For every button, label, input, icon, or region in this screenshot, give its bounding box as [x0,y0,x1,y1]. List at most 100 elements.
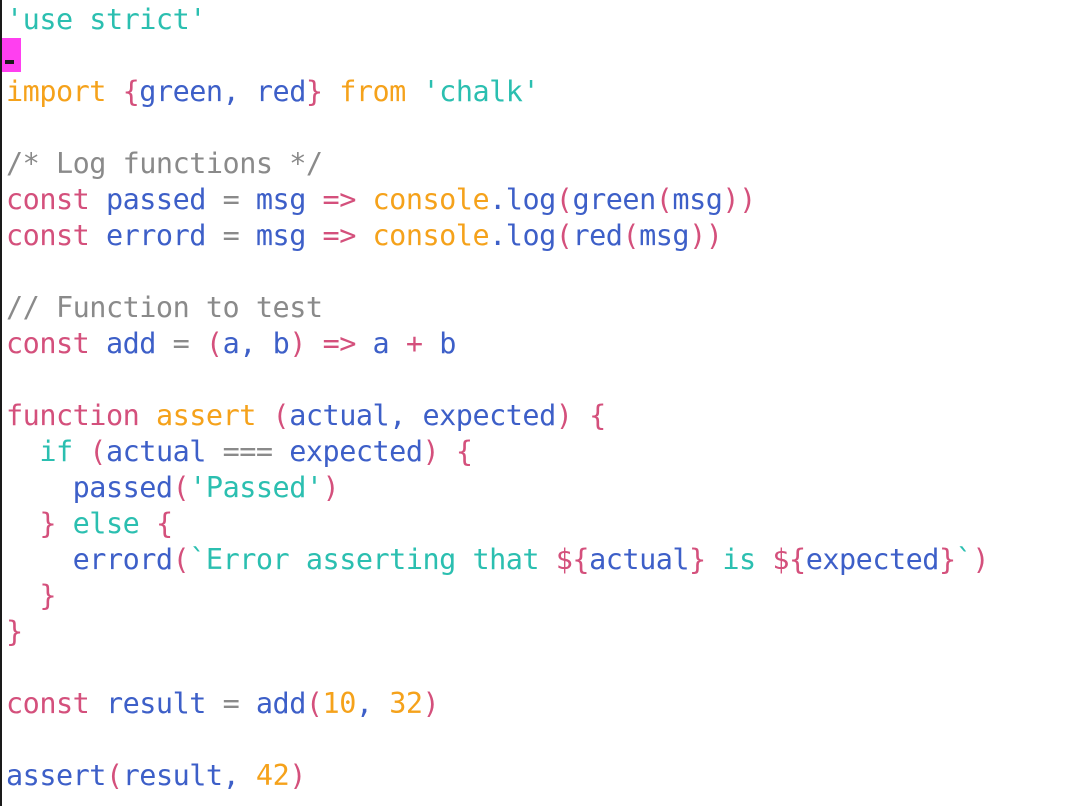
code-token: { [122,75,140,108]
code-token: = [222,687,256,720]
code-token: console [355,219,490,252]
code-token: ) [422,687,440,720]
code-token: ( [89,435,106,468]
code-token: )) [689,219,723,252]
code-token: result [105,687,223,720]
code-line[interactable]: const errord = msg => console.log(red(ms… [6,218,723,254]
code-token: expected [805,543,940,576]
code-token: result, [122,759,256,792]
code-token: 'use strict' [6,3,206,36]
code-token: function [6,399,156,432]
code-token: ${ [772,543,806,576]
code-line[interactable]: 'use strict' [6,2,206,38]
code-token: is [705,543,773,576]
code-token: // Function to test [6,291,323,324]
code-token: ( [105,759,123,792]
code-token: 32 [389,687,423,720]
code-token: )) [722,183,756,216]
code-token: = [222,183,256,216]
code-editor[interactable]: 'use strict' import {green, red} from 'ch… [0,0,1090,806]
code-token: } [305,75,323,108]
code-token: actual [105,435,223,468]
code-line[interactable]: } [6,578,56,614]
code-token: } [6,615,23,648]
code-token: ) { [422,435,473,468]
code-token: console [355,183,490,216]
code-token: ( [205,327,223,360]
code-line[interactable]: const result = add(10, 32) [6,686,440,722]
code-token: => [322,219,357,252]
code-token: ) [322,471,340,504]
code-token: /* Log functions */ [6,147,323,180]
code-line[interactable]: assert(result, 42) [6,758,306,794]
code-token: b [439,327,456,360]
code-line[interactable]: const passed = msg => console.log(green(… [6,182,756,218]
code-token: ( [305,687,323,720]
code-token: ) { [555,399,606,432]
code-token: = [222,219,256,252]
code-line[interactable]: } [6,614,23,650]
code-line[interactable]: // Function to test [6,290,323,326]
code-token: if [6,435,90,468]
code-token: } [689,543,706,576]
code-token: ( [655,183,673,216]
code-token: } [938,543,956,576]
code-token: , [355,687,390,720]
code-token: assert [155,399,273,432]
code-token: passed [105,183,223,216]
code-token: ) [972,543,989,576]
code-line[interactable]: if (actual === expected) { [6,434,473,470]
cursor-mark [5,60,14,64]
code-token: a [355,327,406,360]
code-token: from [322,75,423,108]
code-token: actual [589,543,690,576]
code-token: add [105,327,173,360]
code-line[interactable]: const add = (a, b) => a + b [6,326,456,362]
code-token: ( [622,219,640,252]
code-token: `Error asserting that [189,543,556,576]
code-line[interactable]: /* Log functions */ [6,146,323,182]
code-line[interactable]: errord(`Error asserting that ${actual} i… [6,542,990,578]
code-token: const [6,327,106,360]
code-token: expected [289,435,423,468]
code-line[interactable]: import {green, red} from 'chalk' [6,74,540,110]
code-token: } [6,507,73,540]
code-token: ( [555,183,573,216]
code-token: msg [255,183,323,216]
code-token: errord [6,543,173,576]
code-token: msg [255,219,323,252]
code-line[interactable]: function assert (actual, expected) { [6,398,606,434]
code-token: const [6,219,106,252]
code-token: ) [289,759,306,792]
code-line[interactable]: } else { [6,506,173,542]
code-token: red [572,219,623,252]
code-token: msg [672,183,723,216]
code-token: === [222,435,290,468]
code-token: const [6,183,106,216]
code-token: ` [955,543,973,576]
code-token: assert [6,759,106,792]
code-token: ( [272,399,290,432]
code-token: add [255,687,306,720]
code-token: } [6,579,56,612]
code-token: import [6,75,123,108]
code-line[interactable]: passed('Passed') [6,470,340,506]
code-token: = [172,327,206,360]
code-token: => [322,327,357,360]
code-token: actual, expected [289,399,556,432]
text-cursor [2,38,21,72]
code-token: a, b [222,327,290,360]
code-token: else [72,507,156,540]
code-token: ${ [555,543,590,576]
code-token: ( [172,543,190,576]
code-token: 'Passed' [189,471,323,504]
code-token: .log [489,219,556,252]
code-token: ( [172,471,190,504]
code-token: msg [639,219,690,252]
code-token: + [405,327,440,360]
code-token: green, red [139,75,306,108]
code-token: .log [489,183,556,216]
code-token: passed [6,471,173,504]
code-token: 42 [255,759,290,792]
code-token: 10 [322,687,357,720]
